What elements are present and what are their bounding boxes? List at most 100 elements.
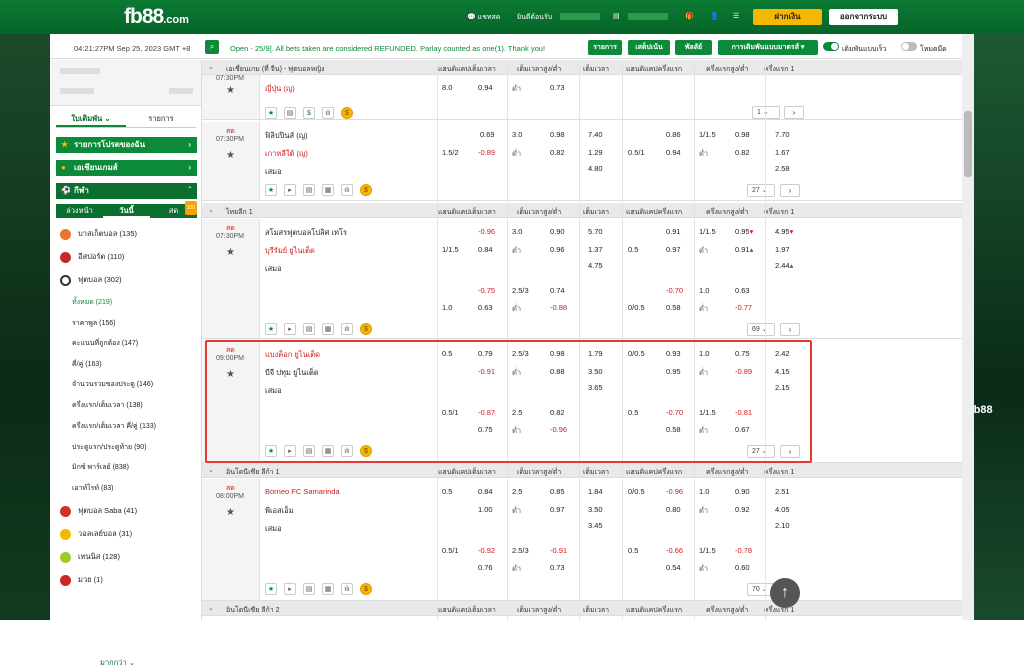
- odds-value[interactable]: -0.88: [550, 303, 567, 312]
- sub-ht-ft[interactable]: ครึ่งแรก/เต็มเวลา (138): [72, 398, 143, 414]
- more-markets-count[interactable]: 27 ⌄: [747, 445, 775, 458]
- odds-value[interactable]: 2.58: [775, 164, 790, 173]
- back-to-top-button[interactable]: ↑: [770, 578, 800, 608]
- odds-value[interactable]: 0.73: [550, 563, 565, 572]
- odds-value[interactable]: 7.40: [588, 130, 603, 139]
- scoreboard-icon[interactable]: ▦: [322, 583, 334, 595]
- odds-value[interactable]: 3.50: [588, 505, 603, 514]
- odds-value[interactable]: 0.91: [666, 227, 681, 236]
- odds-value[interactable]: 0.95▾: [735, 227, 753, 236]
- favorite-star-icon[interactable]: ★: [265, 583, 277, 595]
- odds-value[interactable]: 0.95: [666, 367, 681, 376]
- play-icon[interactable]: ▸: [284, 583, 296, 595]
- odds-value[interactable]: -0.78: [735, 546, 752, 555]
- odds-value[interactable]: -0.96: [550, 425, 567, 434]
- odds-value[interactable]: 1.37: [588, 245, 603, 254]
- odds-value[interactable]: -0.70: [666, 408, 683, 417]
- page-scrollbar[interactable]: [962, 34, 974, 620]
- odds-value[interactable]: 0.86: [666, 130, 681, 139]
- odds-value[interactable]: 1.29: [588, 148, 603, 157]
- league-header[interactable]: ⌄ ไทยลีก 1 แฮนดิแคปเต็มเวลา เต็มเวลาสูง/ต…: [202, 203, 962, 218]
- odds-value[interactable]: 4.95▾: [775, 227, 793, 236]
- sports-menu[interactable]: ⚽ กีฬา ˆ: [56, 183, 197, 199]
- more-sports-link[interactable]: มากกว่า ⌄: [100, 657, 135, 669]
- sport-volleyball[interactable]: วอลเลย์บอล (31): [60, 526, 132, 542]
- favorite-star-icon[interactable]: ★: [226, 369, 235, 380]
- league-header[interactable]: ⌄ อินโดนีเซีย ลีก้า 2 แฮนดิแคปเต็มเวลา เต…: [202, 601, 962, 616]
- sport-boxing[interactable]: มวย (1): [60, 572, 103, 588]
- search-icon[interactable]: ⌕: [205, 40, 219, 54]
- odds-value[interactable]: 0.97: [666, 245, 681, 254]
- odds-value[interactable]: 0.88: [550, 367, 565, 376]
- odds-value[interactable]: 0.94: [666, 148, 681, 157]
- next-arrow[interactable]: ›: [784, 106, 804, 119]
- favorites-menu[interactable]: ★ รายการโปรดของฉัน ›: [56, 137, 197, 153]
- odds-value[interactable]: 0.92: [735, 505, 750, 514]
- coin-icon[interactable]: $: [360, 184, 372, 196]
- odds-value[interactable]: 4.75: [588, 261, 603, 270]
- odds-value[interactable]: 0.63: [478, 303, 493, 312]
- odds-value[interactable]: 1.84: [588, 487, 603, 496]
- odds-value[interactable]: 0.82: [550, 148, 565, 157]
- odds-value[interactable]: -0.81: [735, 408, 752, 417]
- coin-icon[interactable]: $: [360, 323, 372, 335]
- chart-icon[interactable]: ılı: [341, 445, 353, 457]
- odds-value[interactable]: -0.96: [666, 487, 683, 496]
- next-arrow[interactable]: ›: [780, 445, 800, 458]
- coin-icon[interactable]: $: [360, 583, 372, 595]
- collapse-icon[interactable]: ⌄: [208, 63, 214, 71]
- favorite-star-icon[interactable]: ★: [265, 107, 277, 119]
- sub-total-goals[interactable]: จำนวนรวมของประตู (146): [72, 377, 153, 393]
- odds-value[interactable]: 2.51: [775, 487, 790, 496]
- tab-today[interactable]: วันนี้: [103, 204, 150, 218]
- odds-value[interactable]: 0.63: [735, 286, 750, 295]
- fb88-logo[interactable]: fb88.com: [124, 5, 189, 29]
- play-icon[interactable]: ▸: [284, 445, 296, 457]
- wallet-icon[interactable]: ▤: [613, 12, 620, 20]
- odds-value[interactable]: 0.98: [735, 130, 750, 139]
- odds-value[interactable]: -0.77: [735, 303, 752, 312]
- odds-value[interactable]: 0.58: [666, 425, 681, 434]
- collapse-icon[interactable]: ⌄: [208, 604, 214, 612]
- favorite-star-icon[interactable]: ★: [265, 184, 277, 196]
- odds-value[interactable]: 1.00: [478, 505, 493, 514]
- stats-icon[interactable]: ▤: [303, 323, 315, 335]
- odds-value[interactable]: 0.74: [550, 286, 565, 295]
- odds-value[interactable]: 4.80: [588, 164, 603, 173]
- odds-value[interactable]: 0.98: [550, 349, 565, 358]
- odds-value[interactable]: 3.45: [588, 521, 603, 530]
- stats-icon[interactable]: ▤: [303, 184, 315, 196]
- favorite-star-icon[interactable]: ★: [226, 85, 235, 96]
- next-arrow[interactable]: ›: [780, 323, 800, 336]
- odds-value[interactable]: 0.80: [666, 505, 681, 514]
- odds-value[interactable]: -0.92: [478, 546, 495, 555]
- odds-value[interactable]: -0.66: [666, 546, 683, 555]
- odds-value[interactable]: 0.84: [478, 487, 493, 496]
- favorite-star-icon[interactable]: ★: [265, 323, 277, 335]
- scoreboard-icon[interactable]: ▦: [322, 445, 334, 457]
- sub-ht-ft-odd-even[interactable]: ครึ่งแรก/เต็มเวลา คี่/คู่ (133): [72, 419, 156, 435]
- coin-icon[interactable]: $: [341, 107, 353, 119]
- user-icon[interactable]: 👤: [710, 12, 719, 20]
- odds-value[interactable]: 0.82: [735, 148, 750, 157]
- odds-value[interactable]: -0.89: [478, 148, 495, 157]
- odds-value[interactable]: 7.70: [775, 130, 790, 139]
- tab-bet-slip[interactable]: ใบเดิมพัน ⌄: [56, 112, 126, 127]
- odds-value[interactable]: 0.54: [666, 563, 681, 572]
- dark-mode-toggle[interactable]: [901, 42, 917, 51]
- odds-value[interactable]: 0.58: [666, 303, 681, 312]
- odds-value[interactable]: 4.05: [775, 505, 790, 514]
- chart-icon[interactable]: ılı: [341, 323, 353, 335]
- sub-pool[interactable]: ราคาพูล (156): [72, 316, 116, 332]
- odds-type-select[interactable]: การเดิมพันแบบมาตรส์ ▾: [718, 40, 818, 55]
- coin-icon[interactable]: $: [360, 445, 372, 457]
- odds-value[interactable]: 1.79: [588, 349, 603, 358]
- odds-value[interactable]: 0.98: [550, 130, 565, 139]
- odds-value[interactable]: 0.94: [478, 83, 493, 92]
- odds-value[interactable]: -0.89: [735, 367, 752, 376]
- odds-value[interactable]: 0.67: [735, 425, 750, 434]
- favorite-star-icon[interactable]: ★: [265, 445, 277, 457]
- odds-value[interactable]: 0.90: [735, 487, 750, 496]
- more-markets-count[interactable]: 27 ⌄: [747, 184, 775, 197]
- list-button[interactable]: รายการ: [588, 40, 622, 55]
